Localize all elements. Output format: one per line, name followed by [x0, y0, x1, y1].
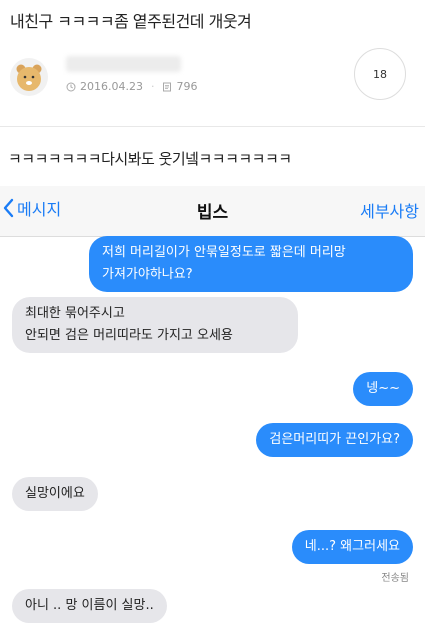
author-avatar[interactable]	[10, 58, 48, 96]
meta-separator: ·	[150, 80, 155, 93]
divider	[0, 126, 425, 127]
message-incoming: 최대한 묶어주시고 안되면 검은 머리띠라도 가지고 오세용	[12, 297, 298, 353]
document-icon	[163, 82, 172, 91]
message-incoming: 아니 .. 망 이름이 실망..	[12, 589, 167, 623]
back-to-messages-button[interactable]: 메시지	[2, 196, 61, 220]
message-line: 최대한 묶어주시고	[25, 306, 125, 321]
imessage-nav-bar: 메시지 빕스 세부사항	[0, 186, 425, 237]
kakao-ryan-avatar-icon	[16, 64, 42, 91]
post-body-text: ㅋㅋㅋㅋㅋㅋㅋ다시봐도 웃기넼ㅋㅋㅋㅋㅋㅋㅋ	[8, 150, 292, 168]
message-line: 저희 머리길이가 안묶일정도로 짧은데 머리망	[102, 245, 346, 260]
message-outgoing: 검은머리띠가 끈인가요?	[256, 423, 413, 457]
message-line: 안되면 검은 머리띠라도 가지고 오세용	[25, 328, 233, 343]
message-line: 가져가야하나요?	[102, 267, 193, 282]
back-label: 메시지	[17, 200, 62, 219]
message-outgoing: 저희 머리길이가 안묶일정도로 짧은데 머리망 가져가야하나요?	[89, 236, 413, 292]
delivery-status: 전송됨	[381, 573, 409, 584]
post-meta: 2016.04.23 · 796	[66, 80, 197, 93]
post-date: 2016.04.23	[80, 80, 143, 93]
message-outgoing: 넹~~	[353, 372, 413, 406]
details-button[interactable]: 세부사항	[360, 198, 419, 222]
clock-icon	[66, 82, 76, 91]
chevron-left-icon	[3, 198, 14, 218]
post-views: 796	[176, 80, 198, 93]
comment-count: 18	[373, 67, 387, 81]
author-name-redacted	[66, 56, 181, 72]
message-incoming: 실망이에요	[12, 477, 98, 511]
message-outgoing: 네...? 왜그러세요	[291, 530, 413, 564]
comment-count-button[interactable]: 18	[354, 48, 406, 100]
post-title: 내친구 ㅋㅋㅋㅋ좀 옅주된건데 개웃겨	[10, 12, 252, 31]
